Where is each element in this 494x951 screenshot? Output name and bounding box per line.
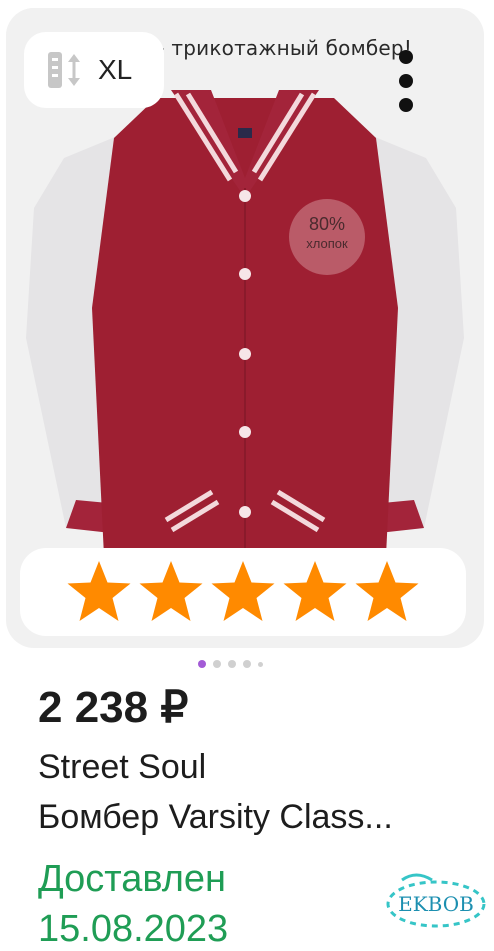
rating-stars (20, 548, 466, 636)
brand-name[interactable]: Street Soul (38, 748, 206, 787)
pager-dot[interactable] (243, 660, 251, 668)
price: 2 238 ₽ (38, 683, 189, 732)
pager-dot[interactable] (213, 660, 221, 668)
image-pager[interactable] (198, 660, 263, 668)
product-title[interactable]: Бомбер Varsity Class... (38, 798, 393, 837)
svg-text:EKBOB: EKBOB (398, 892, 474, 916)
ekbob-watermark-logo: EKBOB (386, 873, 486, 928)
delivery-date: 15.08.2023 (38, 908, 229, 950)
star-icon (211, 561, 275, 621)
star-icon (283, 561, 347, 621)
size-label: XL (98, 54, 133, 85)
product-card[interactable]: р - трикотажный бомбер! 80% хлопок XL (6, 8, 484, 648)
fabric-badge: 80% хлопок (289, 199, 365, 275)
pager-dot[interactable] (258, 661, 263, 667)
fabric-material: хлопок (306, 236, 348, 251)
star-icon (355, 561, 419, 621)
star-icon (139, 561, 203, 621)
more-vertical-icon (399, 50, 413, 64)
delivery-status: Доставлен (38, 858, 227, 900)
size-badge[interactable]: XL (24, 32, 164, 108)
fabric-percent: 80% (308, 214, 346, 234)
size-arrows-icon (48, 52, 80, 88)
pager-dot[interactable] (228, 660, 236, 668)
more-options-button[interactable] (388, 44, 424, 124)
pager-dot[interactable] (198, 660, 206, 668)
photo-caption: р - трикотажный бомбер! (138, 36, 413, 60)
star-icon (67, 561, 131, 621)
